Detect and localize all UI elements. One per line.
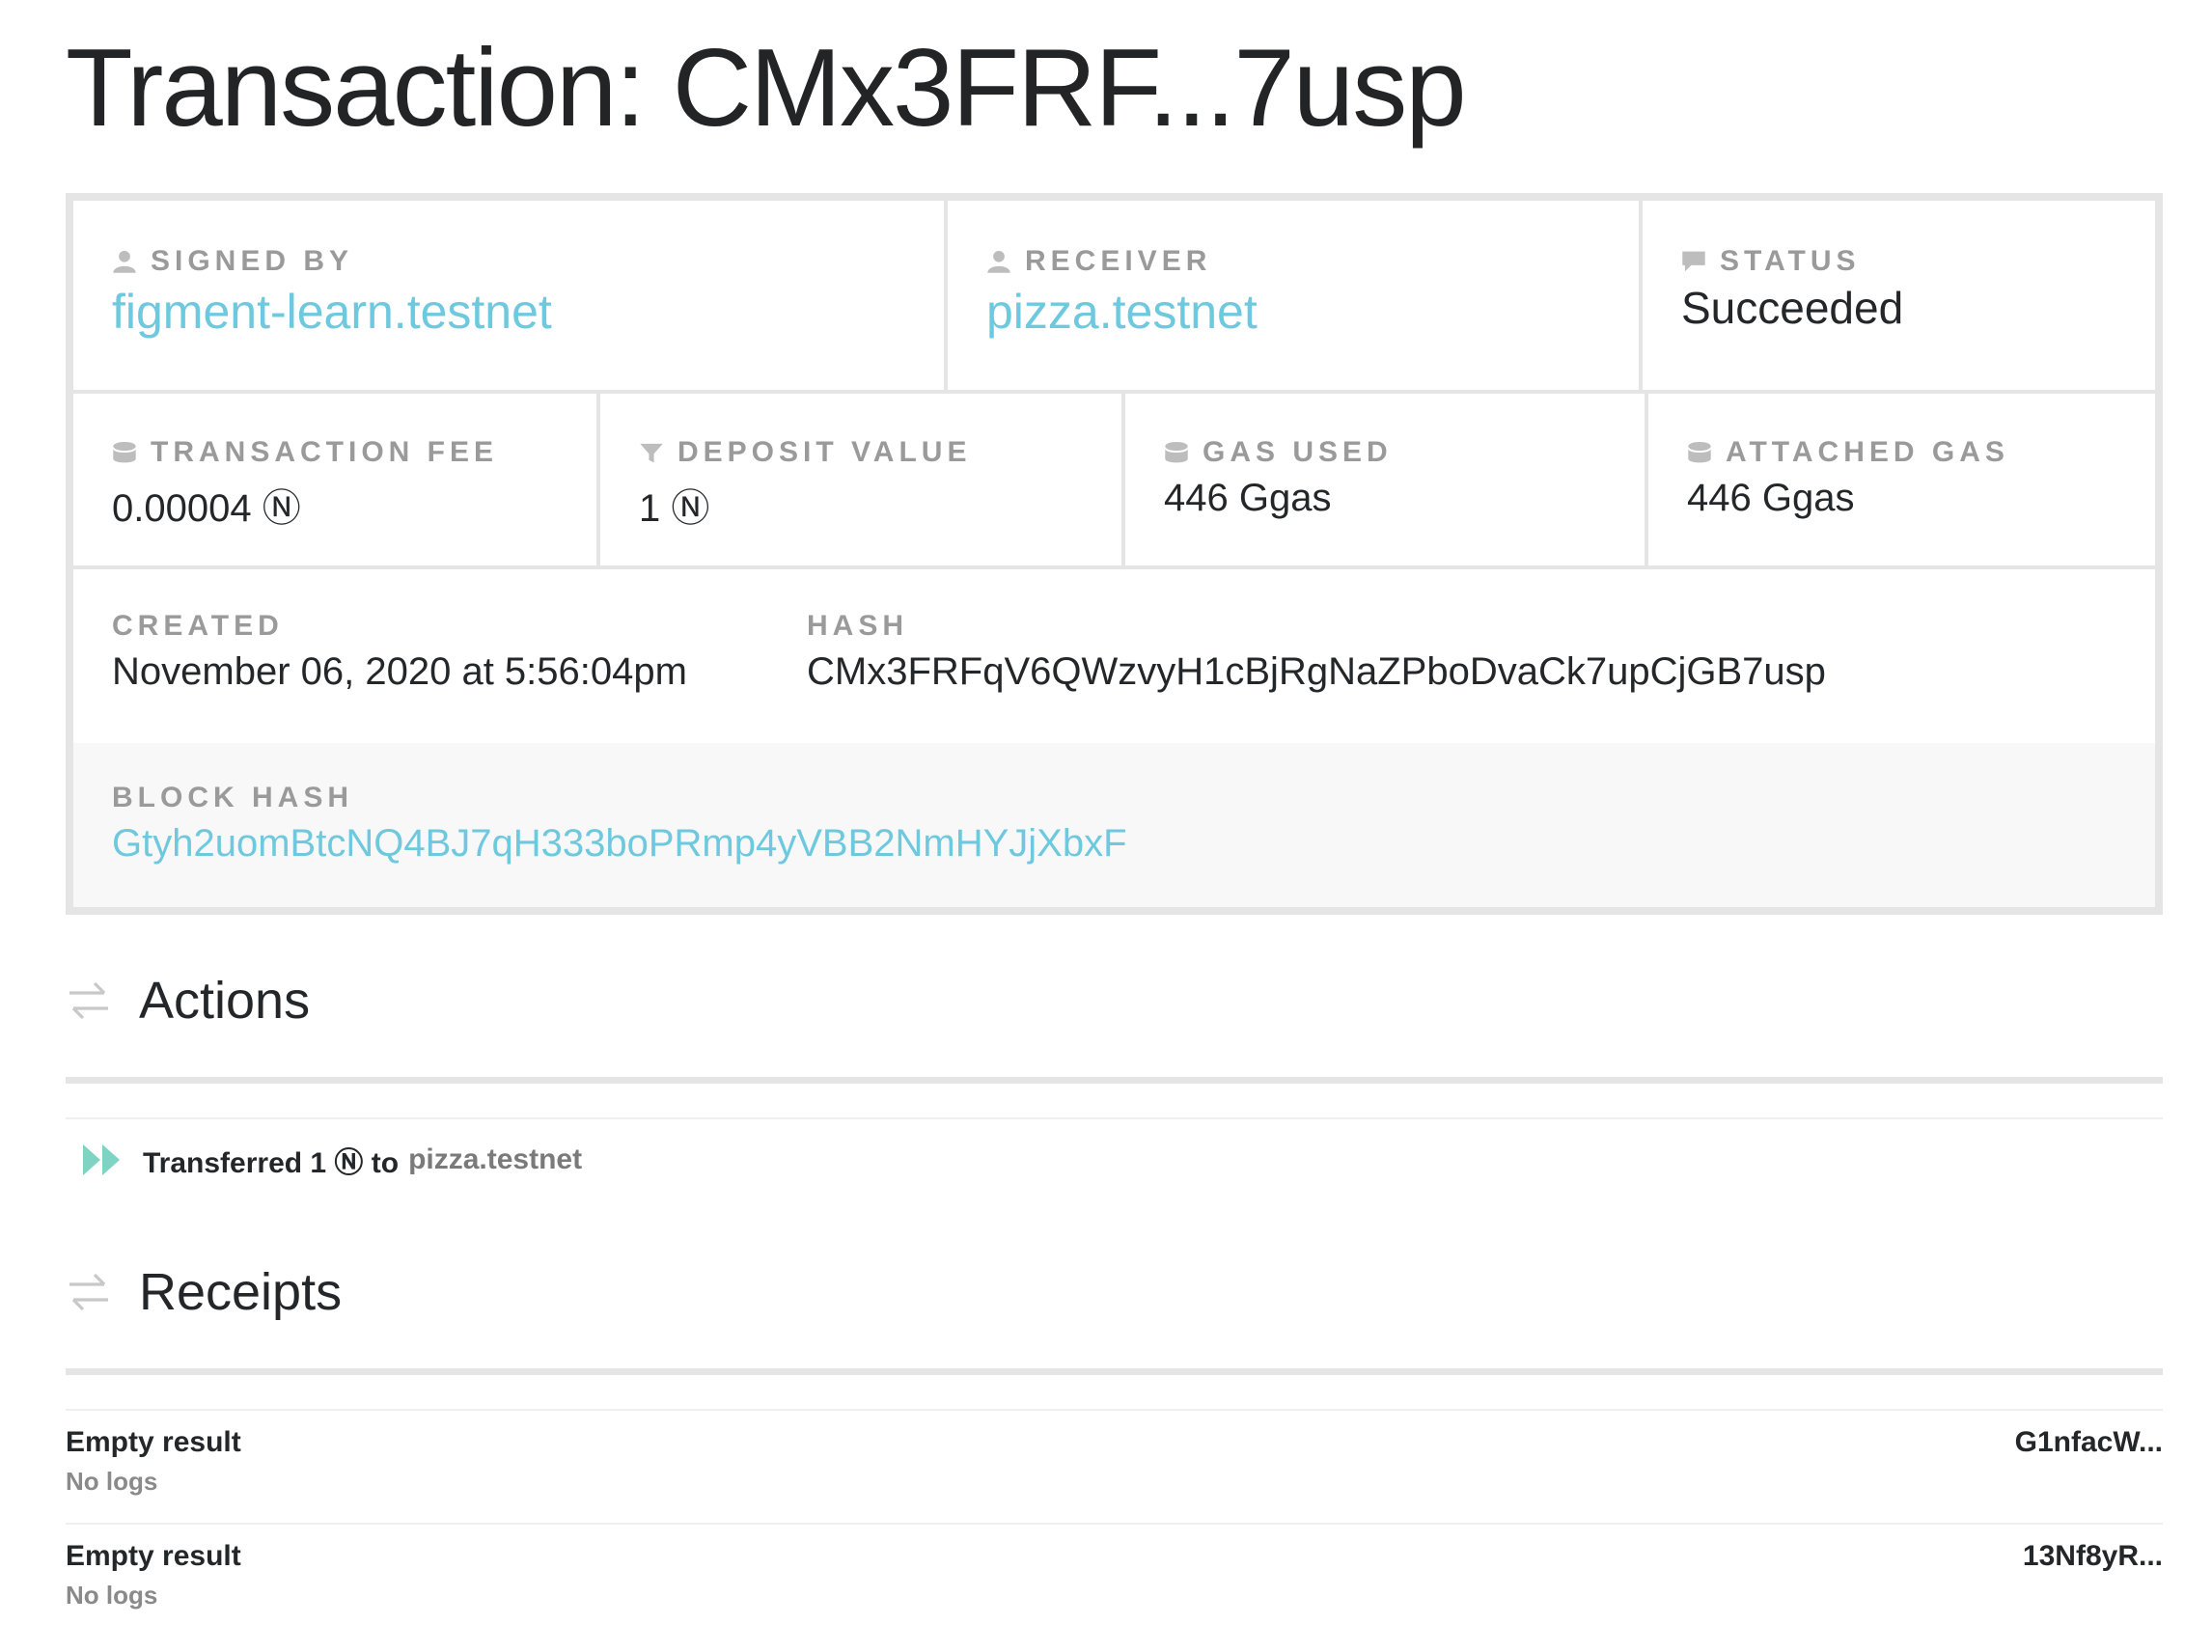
hash-cell: HASH CMx3FRFqV6QWzvyH1cBjRgNaZPboDvaCk7u…	[768, 569, 2155, 743]
receipt-logs: No logs	[66, 1467, 158, 1496]
created-value: November 06, 2020 at 5:56:04pm	[112, 650, 687, 693]
status-value: Succeeded	[1681, 283, 1904, 333]
user-icon	[987, 250, 1010, 273]
action-item: Transferred 1 Ⓝ to pizza.testnet	[66, 1139, 582, 1181]
receipt-result: Empty result	[66, 1426, 241, 1458]
transaction-fee-label: TRANSACTION FEE	[151, 436, 498, 468]
hash-label: HASH	[807, 610, 909, 642]
signed-by-link[interactable]: figment-learn.testnet	[112, 284, 552, 340]
page-title: Transaction: CMx3FRF...7usp	[66, 27, 1467, 150]
block-hash-link[interactable]: Gtyh2uomBtcNQ4BJ7qH333boPRmp4yVBB2NmHYJj…	[112, 822, 1127, 866]
actions-heading: Actions	[139, 972, 311, 1030]
receiver-label: RECEIVER	[1025, 245, 1212, 277]
attached-gas-label: ATTACHED GAS	[1726, 436, 2009, 468]
gas-used-label: GAS USED	[1203, 436, 1393, 468]
card-row-parties: SIGNED BY figment-learn.testnet RECEIVER…	[73, 201, 2155, 394]
deposit-value-label-wrap: DEPOSIT VALUE	[639, 436, 971, 469]
receipts-header: Receipts	[66, 1262, 342, 1322]
gas-used-cell: GAS USED 446 Ggas	[1125, 394, 1648, 565]
receipt-id: 13Nf8yR...	[2022, 1540, 2163, 1572]
block-hash-label: BLOCK HASH	[112, 782, 353, 813]
signed-by-label: SIGNED BY	[151, 245, 354, 277]
transaction-info-card: SIGNED BY figment-learn.testnet RECEIVER…	[66, 193, 2163, 915]
receipts-heading: Receipts	[139, 1263, 343, 1321]
actions-header: Actions	[66, 971, 310, 1031]
exchange-arrows-icon	[69, 981, 108, 1020]
filter-icon	[640, 443, 663, 463]
receipt-id: G1nfacW...	[2014, 1426, 2163, 1458]
deposit-value-value: 1 Ⓝ	[639, 487, 710, 530]
transaction-fee-label-wrap: TRANSACTION FEE	[112, 436, 498, 469]
card-row-block: BLOCK HASH Gtyh2uomBtcNQ4BJ7qH333boPRmp4…	[73, 743, 2155, 907]
database-icon	[1165, 441, 1188, 463]
attached-gas-cell: ATTACHED GAS 446 Ggas	[1648, 394, 2155, 565]
receipt-logs: No logs	[66, 1581, 158, 1610]
receipts-divider	[66, 1368, 2163, 1375]
receipt-row[interactable]: Empty result No logs G1nfacW...	[66, 1426, 2163, 1532]
deposit-value-label: DEPOSIT VALUE	[677, 436, 972, 468]
card-row-gas: TRANSACTION FEE 0.00004 Ⓝ DEPOSIT VALUE …	[73, 394, 2155, 569]
receipt-row[interactable]: Empty result No logs 13Nf8yR...	[66, 1540, 2163, 1646]
signed-by-label-wrap: SIGNED BY	[112, 245, 353, 278]
actions-divider	[66, 1077, 2163, 1084]
attached-gas-value: 446 Ggas	[1687, 477, 1855, 519]
hash-value: CMx3FRFqV6QWzvyH1cBjRgNaZPboDvaCk7upCjGB…	[807, 650, 1826, 693]
transfer-icon	[83, 1144, 120, 1175]
actions-row-divider	[66, 1117, 2163, 1119]
receipt-result: Empty result	[66, 1540, 241, 1572]
status-label: STATUS	[1720, 245, 1861, 277]
comment-icon	[1682, 251, 1705, 272]
receipts-row-divider	[66, 1409, 2163, 1411]
receiver-label-wrap: RECEIVER	[986, 245, 1211, 278]
action-target-link[interactable]: pizza.testnet	[408, 1143, 582, 1176]
created-cell: CREATED November 06, 2020 at 5:56:04pm	[73, 569, 768, 743]
gas-used-value: 446 Ggas	[1164, 477, 1332, 519]
database-icon	[113, 441, 136, 463]
status-cell: STATUS Succeeded	[1643, 201, 2155, 390]
receiver-cell: RECEIVER pizza.testnet	[948, 201, 1643, 390]
receipt-separator	[66, 1523, 2163, 1525]
exchange-arrows-icon	[69, 1273, 108, 1311]
transaction-fee-cell: TRANSACTION FEE 0.00004 Ⓝ	[73, 394, 600, 565]
gas-used-label-wrap: GAS USED	[1164, 436, 1393, 469]
action-text: Transferred 1 Ⓝ to	[143, 1147, 400, 1179]
database-icon	[1688, 441, 1711, 463]
signed-by-cell: SIGNED BY figment-learn.testnet	[73, 201, 948, 390]
transaction-fee-value: 0.00004 Ⓝ	[112, 487, 301, 530]
receiver-link[interactable]: pizza.testnet	[986, 284, 1258, 340]
user-icon	[113, 250, 136, 273]
deposit-value-cell: DEPOSIT VALUE 1 Ⓝ	[600, 394, 1125, 565]
card-row-meta: CREATED November 06, 2020 at 5:56:04pm H…	[73, 569, 2155, 743]
attached-gas-label-wrap: ATTACHED GAS	[1687, 436, 2009, 469]
status-label-wrap: STATUS	[1681, 245, 1861, 278]
created-label: CREATED	[112, 610, 284, 642]
